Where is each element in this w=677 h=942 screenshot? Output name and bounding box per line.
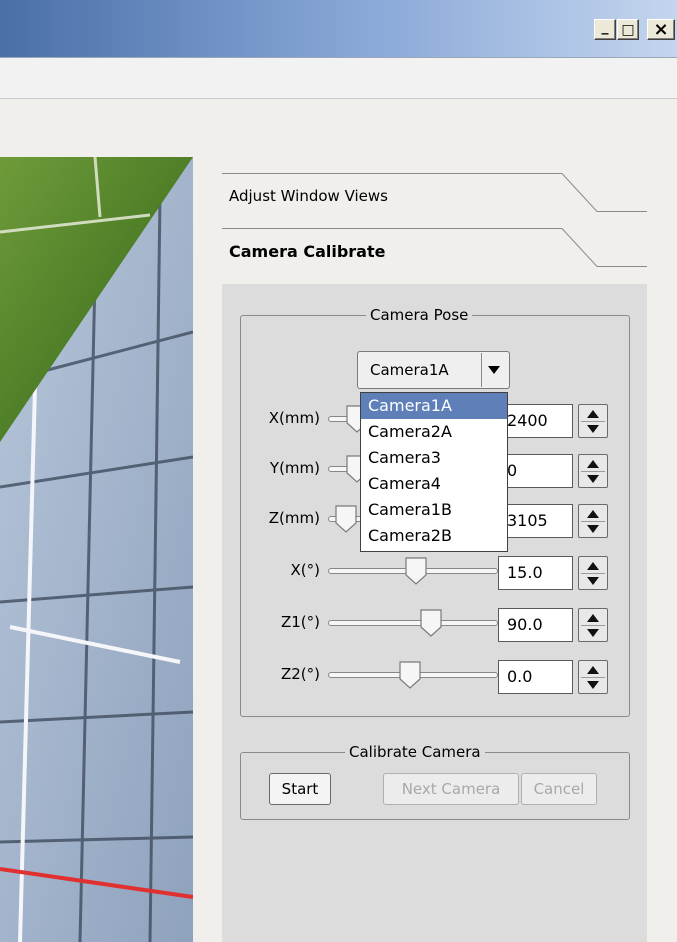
spin-up-icon[interactable] [587, 510, 599, 518]
slider-thumb[interactable] [405, 557, 427, 585]
spin-divider [581, 677, 605, 678]
spin-buttons[interactable] [578, 660, 608, 694]
value-spinbox[interactable]: 0 [498, 454, 573, 488]
spin-buttons[interactable] [578, 504, 608, 538]
camera-select-value: Camera1A [370, 361, 449, 379]
spin-down-icon[interactable] [587, 577, 599, 585]
slider-thumb[interactable] [420, 609, 442, 637]
pose-row-label: Y(mm) [269, 459, 320, 477]
tab-adjust-window-views[interactable]: Adjust Window Views [222, 173, 647, 223]
spin-divider [581, 625, 605, 626]
3d-viewport[interactable] [0, 157, 193, 942]
pose-row-label: Z2(°) [280, 665, 320, 683]
spin-down-icon[interactable] [587, 525, 599, 533]
dropdown-option[interactable]: Camera1A [361, 393, 507, 419]
value-spinbox[interactable]: 0.0 [498, 660, 573, 694]
slider-track[interactable] [328, 620, 498, 626]
slider-thumb[interactable] [399, 661, 421, 689]
dropdown-option[interactable]: Camera1B [361, 497, 507, 523]
dropdown-option[interactable]: Camera2A [361, 419, 507, 445]
tab-label: Camera Calibrate [229, 242, 386, 261]
spin-up-icon[interactable] [587, 460, 599, 468]
dropdown-option[interactable]: Camera3 [361, 445, 507, 471]
pose-row-label: Z(mm) [268, 509, 320, 527]
maximize-icon: □ [621, 21, 635, 38]
combo-separator [481, 353, 482, 387]
chevron-down-icon[interactable] [488, 366, 500, 374]
spin-buttons[interactable] [578, 556, 608, 590]
value-spinbox[interactable]: 90.0 [498, 608, 573, 642]
value-spinbox[interactable]: 15.0 [498, 556, 573, 590]
maximize-button[interactable]: □ [617, 19, 639, 40]
cancel-button[interactable]: Cancel [521, 773, 597, 805]
spin-up-icon[interactable] [587, 614, 599, 622]
spin-buttons[interactable] [578, 454, 608, 488]
value-spinbox[interactable]: 2400 [498, 404, 573, 438]
pose-row-label: X(°) [290, 561, 320, 579]
spin-down-icon[interactable] [587, 629, 599, 637]
slider-thumb[interactable] [335, 505, 357, 533]
next-camera-button[interactable]: Next Camera [383, 773, 519, 805]
camera-select-dropdown[interactable]: Camera1A Camera2A Camera3 Camera4 Camera1B Ca… [360, 392, 508, 552]
window-title-bar[interactable]: _ □ × [0, 0, 677, 58]
minimize-icon: _ [601, 18, 609, 35]
calibrate-camera-legend: Calibrate Camera [345, 743, 485, 761]
pose-row-label: Z1(°) [280, 613, 320, 631]
spin-divider [581, 471, 605, 472]
spin-divider [581, 521, 605, 522]
spin-buttons[interactable] [578, 608, 608, 642]
spin-buttons[interactable] [578, 404, 608, 438]
spin-down-icon[interactable] [587, 425, 599, 433]
scene-render [0, 157, 193, 942]
start-button[interactable]: Start [269, 773, 331, 805]
minimize-button[interactable]: _ [594, 19, 616, 40]
tab-label: Adjust Window Views [229, 187, 388, 205]
camera-select[interactable]: Camera1A [357, 351, 510, 389]
tab-camera-calibrate[interactable]: Camera Calibrate [222, 228, 647, 278]
camera-pose-legend: Camera Pose [366, 306, 473, 324]
dropdown-option[interactable]: Camera4 [361, 471, 507, 497]
close-button[interactable]: × [647, 19, 675, 40]
spin-divider [581, 421, 605, 422]
dropdown-option[interactable]: Camera2B [361, 523, 507, 549]
spin-down-icon[interactable] [587, 681, 599, 689]
pose-row-label: X(mm) [268, 409, 320, 427]
close-icon: × [653, 18, 669, 40]
value-spinbox[interactable]: 3105 [498, 504, 573, 538]
menu-bar [0, 58, 677, 99]
spin-up-icon[interactable] [587, 410, 599, 418]
spin-down-icon[interactable] [587, 475, 599, 483]
spin-up-icon[interactable] [587, 666, 599, 674]
spin-up-icon[interactable] [587, 562, 599, 570]
spin-divider [581, 573, 605, 574]
